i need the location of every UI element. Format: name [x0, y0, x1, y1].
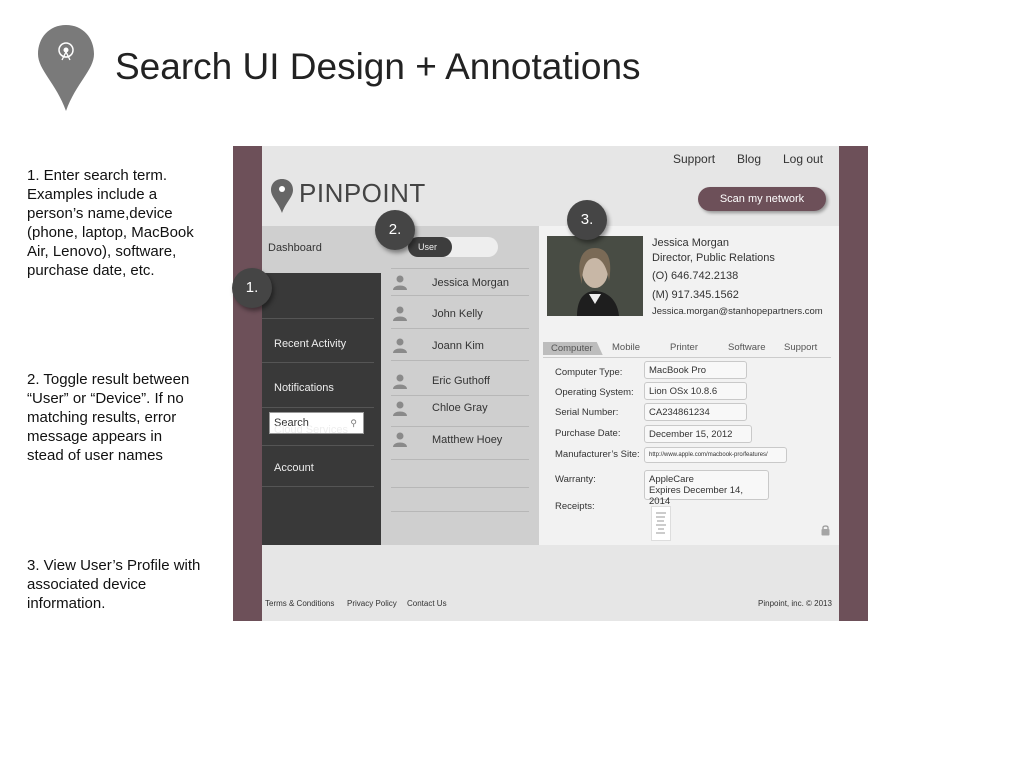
profile-panel: Jessica Morgan Director, Public Relation…	[539, 226, 839, 545]
tab-printer[interactable]: Printer	[670, 342, 698, 353]
warranty-label: Warranty:	[555, 474, 596, 485]
device-tabs: Computer Mobile Printer Software Support	[543, 342, 831, 356]
profile-photo	[547, 236, 643, 316]
tab-mobile[interactable]: Mobile	[612, 342, 640, 353]
os-field[interactable]: Lion OSx 10.8.6	[644, 382, 747, 400]
result-item-john-kelly[interactable]: John Kelly	[432, 308, 483, 320]
serial-field[interactable]: CA234861234	[644, 403, 747, 421]
purchase-date-label: Purchase Date:	[555, 428, 621, 439]
tab-support[interactable]: Support	[784, 342, 817, 353]
receipts-label: Receipts:	[555, 501, 595, 512]
computer-type-label: Computer Type:	[555, 367, 623, 378]
computer-type-field[interactable]: MacBook Pro	[644, 361, 747, 379]
pinpoint-logo-icon	[271, 179, 293, 213]
manufacturer-site-field[interactable]: http://www.apple.com/macbook-pro/feature…	[644, 447, 787, 463]
annotation-3-text: 3. View User’s Profile with associated d…	[27, 557, 201, 612]
warranty-line-2: Expires December 14, 2014	[649, 485, 743, 507]
tab-computer[interactable]: Computer	[543, 342, 603, 355]
sidebar-item-recent-activity[interactable]: Recent Activity	[274, 338, 346, 350]
scan-network-button[interactable]: Scan my network	[698, 187, 826, 211]
person-icon	[393, 275, 407, 290]
annotation-marker-3: 3.	[567, 200, 607, 240]
profile-title: Director, Public Relations	[652, 252, 775, 264]
purchase-date-field[interactable]: December 15, 2012	[644, 425, 752, 443]
profile-mobile-phone: (M) 917.345.1562	[652, 289, 739, 301]
annotation-marker-1: 1.	[232, 268, 272, 308]
slide-title: Search UI Design + Annotations	[115, 46, 641, 87]
person-icon	[393, 432, 407, 447]
sidebar-item-dashboard[interactable]: Dashboard	[268, 242, 322, 254]
receipt-icon[interactable]	[651, 506, 671, 541]
result-item-jessica-morgan[interactable]: Jessica Morgan	[432, 277, 509, 289]
map-pin-logo-icon	[38, 25, 94, 111]
nav-support-link[interactable]: Support	[673, 152, 715, 166]
annotation-1-text: 1. Enter search term. Examples include a…	[27, 167, 194, 279]
sidebar-header: Dashboard	[262, 226, 381, 273]
toggle-user-option[interactable]: User	[408, 237, 452, 257]
footer-copyright: Pinpoint, inc. © 2013	[758, 599, 832, 608]
warranty-field[interactable]: AppleCare Expires December 14, 2014	[644, 470, 769, 507]
annotation-2-text: 2. Toggle result between “User” or “Devi…	[27, 371, 190, 464]
footer-terms-link[interactable]: Terms & Conditions	[265, 599, 334, 608]
profile-email[interactable]: Jessica.morgan@stanhopepartners.com	[652, 306, 823, 317]
result-item-matthew-hoey[interactable]: Matthew Hoey	[432, 434, 502, 446]
person-icon	[393, 338, 407, 353]
manufacturer-site-label: Manufacturer’s Site:	[555, 449, 640, 460]
person-icon	[393, 306, 407, 321]
lock-icon[interactable]	[821, 524, 830, 536]
brand-name: PINPOINT	[299, 178, 426, 208]
result-item-joann-kim[interactable]: Joann Kim	[432, 340, 484, 352]
result-item-eric-guthoff[interactable]: Eric Guthoff	[432, 375, 490, 387]
footer-contact-link[interactable]: Contact Us	[407, 599, 447, 608]
annotation-marker-2: 2.	[375, 210, 415, 250]
footer-privacy-link[interactable]: Privacy Policy	[347, 599, 397, 608]
nav-logout-link[interactable]: Log out	[783, 152, 823, 166]
sidebar: Search ⚲ Recent Activity Notifications C…	[262, 273, 381, 545]
sidebar-item-cloud-services[interactable]: Cloud Services	[274, 424, 348, 436]
sidebar-item-account[interactable]: Account	[274, 462, 314, 474]
profile-office-phone: (O) 646.742.2138	[652, 270, 739, 282]
person-icon	[393, 401, 407, 416]
app-window: Support Blog Log out PINPOINT Scan my ne…	[262, 146, 839, 621]
os-label: Operating System:	[555, 387, 634, 398]
results-list: User Jessica Morgan John Kelly Joann Kim…	[381, 226, 539, 545]
warranty-line-1: AppleCare	[649, 474, 694, 485]
nav-blog-link[interactable]: Blog	[737, 152, 761, 166]
serial-label: Serial Number:	[555, 407, 619, 418]
app-mockup: Support Blog Log out PINPOINT Scan my ne…	[233, 146, 868, 621]
search-icon[interactable]: ⚲	[350, 413, 357, 433]
tab-software[interactable]: Software	[728, 342, 766, 353]
sidebar-item-notifications[interactable]: Notifications	[274, 382, 334, 394]
result-item-chloe-gray[interactable]: Chloe Gray	[432, 402, 488, 414]
user-device-toggle[interactable]: User	[408, 237, 498, 257]
person-icon	[393, 374, 407, 389]
profile-name: Jessica Morgan	[652, 237, 730, 249]
